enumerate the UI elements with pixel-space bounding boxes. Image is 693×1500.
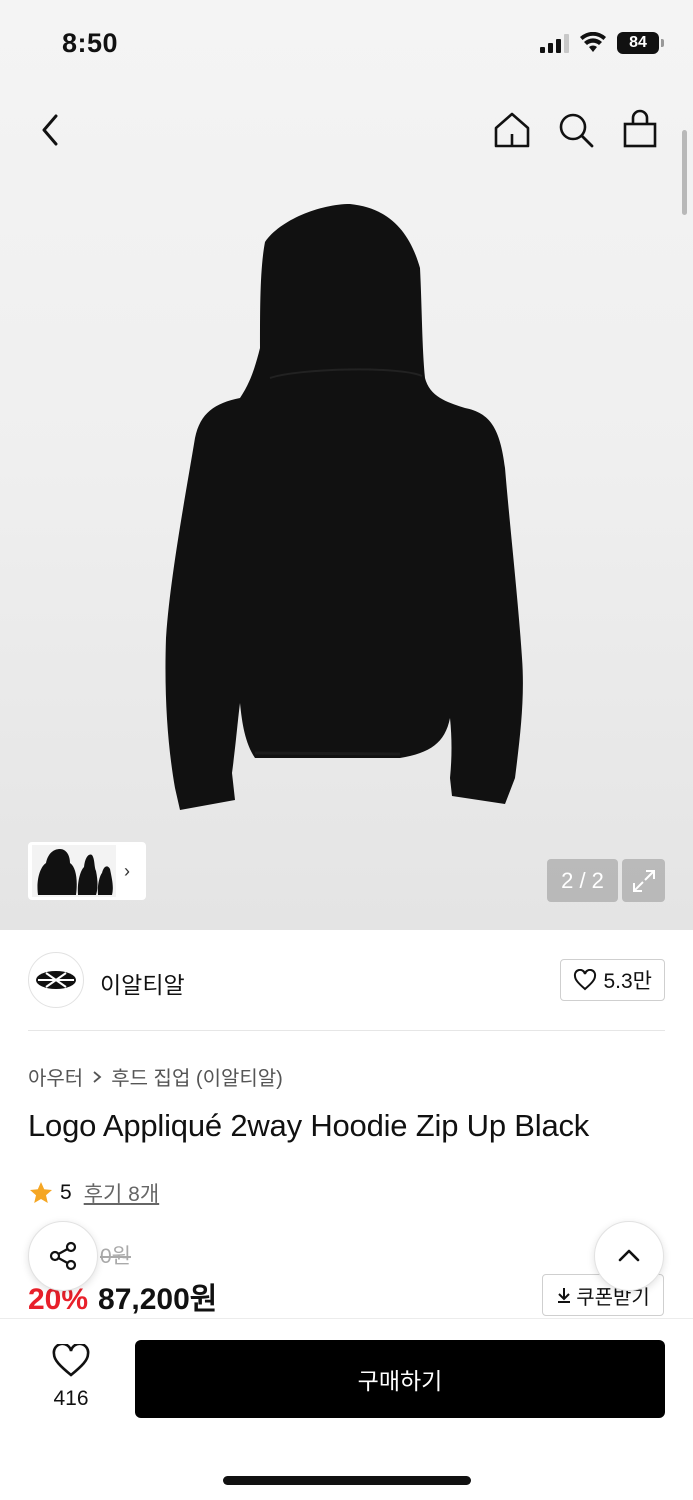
share-icon [49, 1241, 77, 1271]
divider [28, 1030, 665, 1031]
download-icon [558, 1288, 571, 1303]
thumbnail-images[interactable] [32, 845, 116, 897]
scroll-top-button[interactable] [594, 1221, 664, 1291]
breadcrumb-category[interactable]: 아우터 [28, 1062, 83, 1091]
status-time: 8:50 [62, 28, 119, 58]
star-icon [30, 1182, 52, 1203]
product-image [165, 204, 523, 810]
brand-like-button[interactable]: 5.3만 [560, 959, 665, 1001]
heart-icon [574, 969, 597, 991]
buy-button[interactable]: 구매하기 [135, 1340, 665, 1418]
home-indicator [223, 1476, 471, 1485]
share-button[interactable] [28, 1221, 98, 1291]
brand-name[interactable]: 이알티알 [100, 966, 185, 1000]
sale-price: 87,200원 [98, 1283, 218, 1316]
home-button[interactable] [490, 108, 534, 152]
image-counter: 2 / 2 [547, 859, 618, 902]
chevron-right-icon [93, 1070, 102, 1083]
chevron-right-icon: › [124, 860, 130, 881]
battery-icon: 84 [617, 32, 664, 54]
brand-like-count: 5.3만 [603, 970, 652, 993]
rating-score: 5 [60, 1181, 72, 1204]
home-icon [494, 112, 530, 148]
wishlist-count: 416 [53, 1387, 89, 1410]
back-button[interactable] [30, 106, 74, 154]
rating[interactable]: 5 후기 8개 [28, 1178, 159, 1208]
wifi-icon [580, 32, 606, 52]
status-bar: 8:50 84 [0, 0, 693, 88]
cart-button[interactable] [618, 106, 662, 152]
breadcrumb: 아우터 후드 집업 (이알티알) [28, 1062, 283, 1091]
brand-row[interactable]: 이알티알 5.3만 [28, 950, 665, 1010]
review-link[interactable]: 후기 8개 [84, 1178, 159, 1208]
scroll-indicator [682, 130, 687, 215]
brand-logo[interactable] [28, 952, 84, 1008]
signal-icon [540, 33, 569, 53]
thumbnail-strip[interactable]: › [28, 842, 146, 900]
search-icon [559, 113, 594, 148]
chevron-up-icon [618, 1249, 640, 1262]
brand-logo-mark [36, 971, 76, 989]
heart-icon [52, 1342, 90, 1377]
expand-icon [632, 869, 655, 892]
search-button[interactable] [554, 108, 598, 152]
chevron-left-icon [42, 114, 58, 146]
bag-icon [623, 109, 657, 148]
original-price: 0원 [100, 1245, 131, 1268]
breadcrumb-subcategory[interactable]: 후드 집업 (이알티알) [111, 1062, 283, 1091]
expand-button[interactable] [622, 859, 665, 902]
status-icons: 84 [540, 32, 664, 54]
product-title: Logo Appliqué 2way Hoodie Zip Up Black [28, 1108, 590, 1143]
wishlist-button[interactable]: 416 [38, 1342, 104, 1411]
